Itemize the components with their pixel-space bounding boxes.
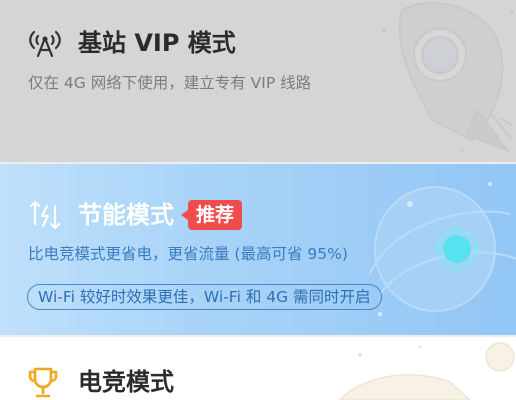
rocket-illustration (382, 2, 514, 153)
planet-illustration (369, 182, 516, 316)
vip-mode-description: 仅在 4G 网络下使用，建立专有 VIP 线路 (28, 74, 312, 92)
vip-mode-title: 基站 VIP 模式 (78, 29, 236, 57)
energy-saving-mode-note: Wi-Fi 较好时效果更佳，Wi-Fi 和 4G 需同时开启 (27, 284, 382, 310)
energy-saving-mode-description: 比电竞模式更省电，更省流量 (最高可省 95%) (28, 245, 348, 263)
energy-saving-mode-title: 节能模式 (78, 201, 174, 229)
spaceship-illustration (339, 342, 515, 400)
broadcast-tower-icon (29, 30, 61, 58)
mode-card-vip[interactable]: 基站 VIP 模式 仅在 4G 网络下使用，建立专有 VIP 线路 (0, 0, 516, 162)
acceleration-mode-list: 基站 VIP 模式 仅在 4G 网络下使用，建立专有 VIP 线路 节能模式 推… (0, 0, 516, 400)
esports-mode-title: 电竞模式 (78, 368, 174, 396)
trophy-icon (28, 367, 58, 398)
mode-card-energy-saving[interactable]: 节能模式 推荐 比电竞模式更省电，更省流量 (最高可省 95%) Wi-Fi 较… (0, 164, 516, 335)
energy-saving-icon (29, 200, 61, 230)
mode-card-esports[interactable]: 电竞模式 (0, 337, 516, 400)
recommended-badge: 推荐 (180, 200, 243, 230)
